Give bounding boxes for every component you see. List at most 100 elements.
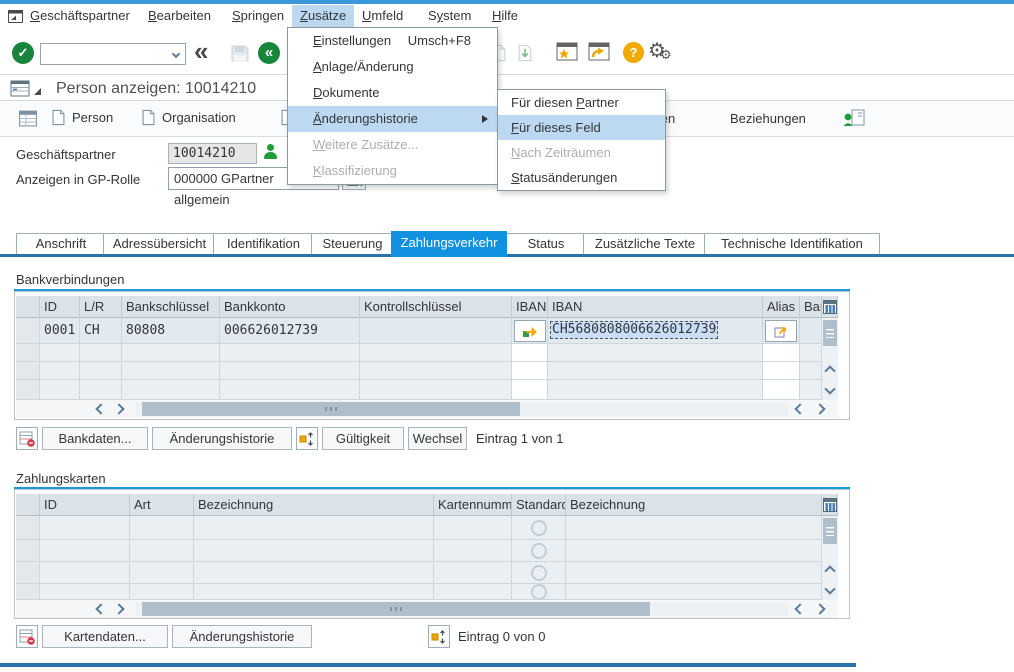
partner-field[interactable]: 10014210 — [168, 143, 257, 164]
scroll-right-button[interactable] — [110, 600, 128, 618]
column-header[interactable]: Art — [130, 494, 194, 516]
menuitem-statusaenderungen[interactable]: Statusänderungen — [498, 165, 665, 190]
table-cell[interactable] — [434, 540, 512, 562]
column-header[interactable]: Alias — [763, 296, 800, 318]
scrollbar-track[interactable] — [136, 602, 788, 616]
menu-springen[interactable]: Springen — [224, 5, 292, 27]
table-cell[interactable] — [194, 584, 434, 600]
scroll-down-button[interactable] — [822, 580, 838, 598]
menuitem-dokumente[interactable]: Dokumente — [288, 80, 497, 106]
table-cell[interactable] — [220, 380, 360, 400]
table-cell[interactable] — [130, 562, 194, 584]
table-cell[interactable] — [800, 380, 822, 400]
scroll-right-button[interactable] — [110, 400, 128, 418]
cards-vertical-scrollbar[interactable] — [822, 516, 838, 600]
row-selector[interactable] — [16, 562, 40, 584]
table-cell[interactable] — [40, 344, 80, 362]
bank-transfer-button[interactable] — [296, 427, 318, 450]
scroll-right-button[interactable] — [810, 600, 830, 618]
table-cell[interactable] — [40, 562, 130, 584]
column-header[interactable] — [16, 296, 40, 318]
table-cell[interactable] — [130, 584, 194, 600]
menu-hilfe[interactable]: Hilfe — [484, 5, 526, 27]
table-cell[interactable] — [800, 362, 822, 380]
tab-identifikation[interactable]: Identifikation — [213, 233, 314, 256]
download-document-icon[interactable] — [518, 44, 532, 62]
save-icon[interactable] — [231, 45, 249, 62]
table-cell[interactable] — [220, 362, 360, 380]
table-cell[interactable] — [194, 516, 434, 540]
table-cell[interactable] — [360, 362, 512, 380]
delete-bank-row-button[interactable] — [16, 427, 38, 450]
tab-status[interactable]: Status — [506, 233, 586, 256]
table-cell[interactable] — [360, 344, 512, 362]
scrollbar-thumb[interactable] — [142, 402, 520, 416]
scroll-left-button[interactable] — [790, 600, 810, 618]
create-shortcut-icon[interactable] — [588, 42, 610, 62]
row-selector[interactable] — [16, 318, 40, 344]
alias-button[interactable] — [765, 320, 797, 342]
overview-icon[interactable] — [18, 109, 38, 128]
kartendaten-button[interactable]: Kartendaten... — [42, 625, 168, 648]
variant-dropdown-icon[interactable] — [34, 88, 41, 95]
tab-adressuebersicht[interactable]: Adressübersicht — [103, 233, 216, 256]
menuitem-aenderungshistorie[interactable]: Änderungshistorie — [288, 106, 497, 132]
scroll-left-button[interactable] — [92, 400, 110, 418]
organisation-view-button[interactable]: Organisation — [142, 109, 236, 126]
row-selector[interactable] — [16, 516, 40, 540]
menu-system[interactable]: System — [420, 5, 479, 27]
table-cell[interactable] — [800, 344, 822, 362]
menuitem-fuer-diesen-partner[interactable]: Für diesen Partner — [498, 90, 665, 115]
scrollbar-thumb[interactable] — [823, 320, 837, 346]
table-cell[interactable] — [194, 562, 434, 584]
menuitem-fuer-dieses-feld[interactable]: Für dieses Feld — [498, 115, 665, 140]
scrollbar-thumb[interactable] — [142, 602, 650, 616]
menu-umfeld[interactable]: Umfeld — [354, 5, 411, 27]
table-cell[interactable] — [130, 540, 194, 562]
column-header[interactable]: ID — [40, 494, 130, 516]
new-session-icon[interactable] — [556, 42, 578, 62]
table-cell[interactable] — [434, 516, 512, 540]
row-selector[interactable] — [16, 344, 40, 362]
back-icon[interactable]: « — [194, 36, 208, 67]
table-settings-icon[interactable] — [823, 300, 837, 314]
column-header[interactable]: IBAN — [512, 296, 548, 318]
row-selector[interactable] — [16, 540, 40, 562]
column-header[interactable]: Bank — [800, 296, 822, 318]
standard-radio[interactable] — [531, 543, 547, 559]
column-header[interactable]: Bezeichnung — [194, 494, 434, 516]
scrollbar-track[interactable] — [136, 402, 788, 416]
table-cell[interactable] — [763, 344, 800, 362]
table-cell[interactable] — [548, 362, 763, 380]
column-header[interactable]: Bankschlüssel — [122, 296, 220, 318]
table-cell[interactable] — [566, 562, 822, 584]
table-cell[interactable] — [763, 380, 800, 400]
table-cell[interactable] — [130, 516, 194, 540]
bank-aenderungshistorie-button[interactable]: Änderungshistorie — [152, 427, 292, 450]
table-cell[interactable] — [360, 318, 512, 344]
cards-aenderungshistorie-button[interactable]: Änderungshistorie — [172, 625, 312, 648]
command-dropdown-icon[interactable] — [172, 50, 180, 58]
table-cell[interactable]: 006626012739 — [220, 318, 360, 344]
scroll-up-button[interactable] — [822, 362, 838, 380]
table-cell[interactable] — [763, 362, 800, 380]
scrollbar-thumb[interactable] — [823, 518, 837, 544]
gui-settings-button[interactable]: ⚙⚙ — [648, 38, 666, 63]
table-cell[interactable]: 0001 — [40, 318, 80, 344]
gueltigkeit-button[interactable]: Gültigkeit — [322, 427, 404, 450]
tab-technische-identifikation[interactable]: Technische Identifikation — [704, 233, 880, 256]
table-cell[interactable]: CH — [80, 318, 122, 344]
table-cell[interactable] — [566, 516, 822, 540]
table-cell[interactable] — [512, 344, 548, 362]
table-cell[interactable] — [40, 380, 80, 400]
column-header[interactable]: Kontrollschlüssel — [360, 296, 512, 318]
table-cell[interactable] — [434, 562, 512, 584]
scroll-down-button[interactable] — [822, 380, 838, 398]
column-header[interactable]: IBAN — [548, 296, 763, 318]
bank-vertical-scrollbar[interactable] — [822, 318, 838, 400]
scroll-right-button[interactable] — [810, 400, 830, 418]
menu-zusaetze[interactable]: Zusätze — [292, 5, 354, 27]
menu-bearbeiten[interactable]: Bearbeiten — [140, 5, 219, 27]
help-button[interactable]: ? — [623, 42, 644, 63]
column-header[interactable]: Standard — [512, 494, 566, 516]
